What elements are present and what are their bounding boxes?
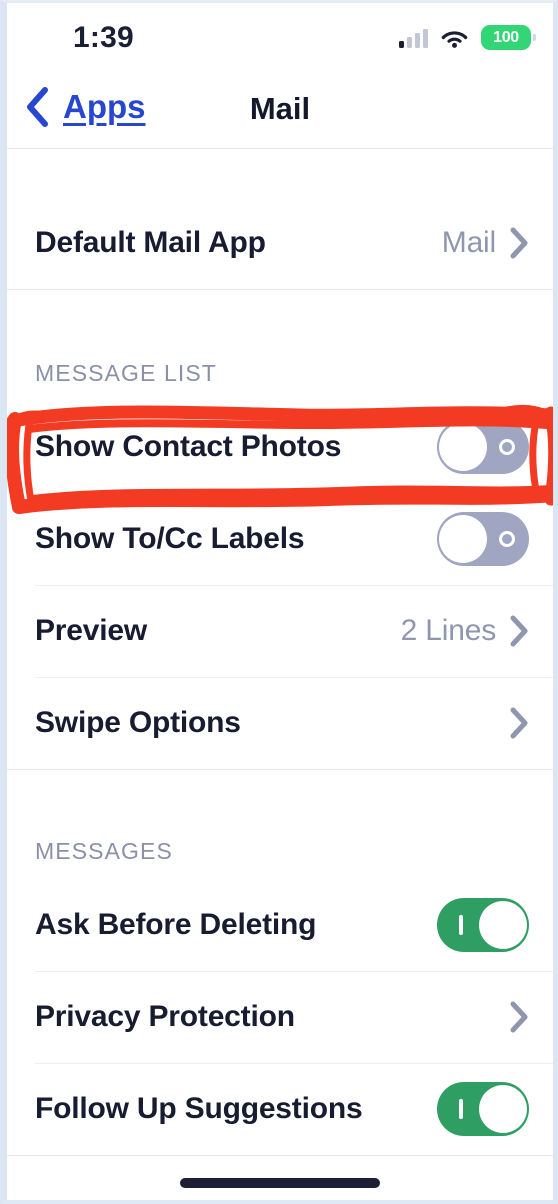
toggle-on-marker: [459, 1099, 463, 1119]
spacer: [7, 770, 553, 816]
spacer: [7, 290, 553, 338]
row-value: 2 Lines: [400, 614, 497, 647]
home-indicator[interactable]: [180, 1178, 380, 1188]
toggle-knob: [479, 901, 527, 949]
toggle-show-contact-photos[interactable]: [437, 420, 529, 474]
chevron-right-icon: [510, 615, 528, 647]
row-value: Mail: [441, 226, 496, 259]
row-label: Swipe Options: [35, 706, 241, 739]
chevron-right-icon: [510, 707, 528, 739]
wifi-icon: [441, 30, 468, 48]
chevron-right-icon: [510, 1001, 528, 1033]
status-bar: 1:39 100: [7, 3, 553, 75]
section-messages: MESSAGES Ask Before Deleting Privacy Pro…: [7, 816, 553, 1155]
toggle-off-marker: [499, 531, 515, 547]
toggle-show-to-cc-labels[interactable]: [437, 512, 529, 566]
settings-list: Default Mail App Mail MESSAGE LIST Show …: [7, 149, 553, 1156]
section-header-messages: MESSAGES: [35, 838, 173, 864]
row-label: Default Mail App: [35, 226, 266, 259]
row-privacy-protection[interactable]: Privacy Protection: [7, 971, 553, 1063]
row-show-to-cc-labels[interactable]: Show To/Cc Labels: [7, 493, 553, 585]
phone-screen: 1:39 100 Apps Mail Default Mail App Mail…: [0, 0, 558, 1204]
status-indicators: 100: [399, 25, 536, 50]
toggle-follow-up-suggestions[interactable]: [437, 1082, 529, 1136]
row-label: Ask Before Deleting: [35, 908, 317, 941]
row-label: Show Contact Photos: [35, 430, 342, 463]
chevron-right-icon: [510, 227, 528, 259]
section-header-message-list: MESSAGE LIST: [35, 360, 217, 386]
home-indicator-area: [7, 1178, 553, 1188]
toggle-on-marker: [459, 915, 463, 935]
row-label: Follow Up Suggestions: [35, 1092, 363, 1125]
status-time: 1:39: [73, 21, 134, 54]
toggle-knob: [439, 423, 487, 471]
toggle-ask-before-deleting[interactable]: [437, 898, 529, 952]
toggle-knob: [439, 515, 487, 563]
section-default-app: Default Mail App Mail: [7, 197, 553, 289]
section-divider: [7, 1155, 553, 1156]
row-default-mail-app[interactable]: Default Mail App Mail: [7, 197, 553, 289]
row-swipe-options[interactable]: Swipe Options: [7, 677, 553, 769]
section-message-list: MESSAGE LIST Show Contact Photos Show To…: [7, 338, 553, 769]
row-label: Show To/Cc Labels: [35, 522, 305, 555]
battery-icon: 100: [481, 25, 536, 50]
toggle-off-marker: [499, 439, 515, 455]
toggle-knob: [479, 1085, 527, 1133]
cellular-signal-icon: [399, 28, 428, 48]
navigation-bar: Apps Mail: [7, 75, 553, 149]
row-preview[interactable]: Preview 2 Lines: [7, 585, 553, 677]
row-ask-before-deleting[interactable]: Ask Before Deleting: [7, 879, 553, 971]
battery-percent: 100: [493, 28, 519, 46]
spacer: [7, 149, 553, 197]
row-show-contact-photos[interactable]: Show Contact Photos: [7, 401, 553, 493]
row-label: Privacy Protection: [35, 1000, 295, 1033]
row-follow-up-suggestions[interactable]: Follow Up Suggestions: [7, 1063, 553, 1155]
row-label: Preview: [35, 614, 148, 647]
page-title: Mail: [249, 91, 311, 126]
